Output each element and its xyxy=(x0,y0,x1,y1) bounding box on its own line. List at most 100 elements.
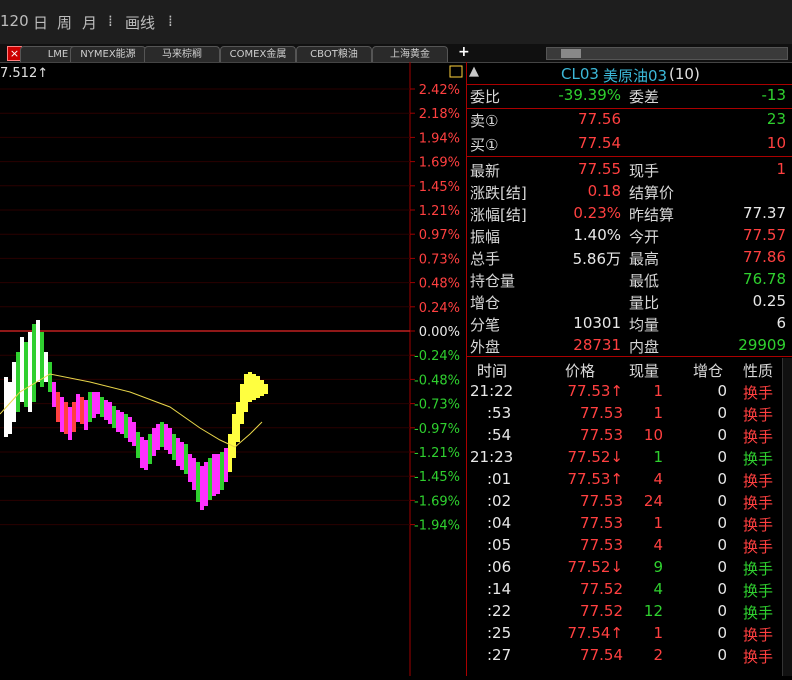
trade-time: 21:22 xyxy=(470,382,514,400)
trade-price: 77.53 xyxy=(580,426,623,444)
trade-position: 0 xyxy=(717,624,727,642)
price-bar xyxy=(172,434,176,460)
month-button[interactable]: 月 xyxy=(82,12,97,33)
price-bar xyxy=(108,402,112,424)
quote-label: 最新 xyxy=(470,162,501,180)
price-bar xyxy=(116,410,120,432)
quote-panel: ▲ CL03 美原油03 (10) 委比 -39.39% 委差 -13 卖① 77.56 2… xyxy=(466,62,792,676)
trade-row[interactable]: :02 77.53 24 0 换手 xyxy=(467,490,792,512)
price-bar xyxy=(184,444,188,474)
trade-position: 0 xyxy=(717,558,727,576)
divider xyxy=(467,108,792,109)
tab-shanghai-gold[interactable]: 上海黄金 xyxy=(372,46,448,62)
price-bar xyxy=(156,424,160,450)
quote-value: 28731 xyxy=(573,336,621,354)
quote-row: 持仓量 最低 76.78 xyxy=(467,268,792,290)
quote-value: 77.57 xyxy=(743,226,786,244)
day-button[interactable]: 日 xyxy=(33,12,48,33)
market-tabs: × LME NYMEX能源 马来棕榈 COMEX金属 CBOT粮油 上海黄金 + xyxy=(0,44,792,63)
trade-type: 换手 xyxy=(743,428,774,446)
quote-label: 昨结算 xyxy=(629,206,675,224)
trade-time: :14 xyxy=(487,580,512,598)
add-tab-icon[interactable]: + xyxy=(458,44,470,60)
scroll-thumb[interactable] xyxy=(561,49,581,58)
price-bar xyxy=(240,384,244,424)
quote-label: 今开 xyxy=(629,228,660,246)
tab-comex[interactable]: COMEX金属 xyxy=(220,46,296,62)
trade-row[interactable]: :54 77.53 10 0 换手 xyxy=(467,424,792,446)
trade-time: :05 xyxy=(487,536,512,554)
axis-labels: 2.42% 2.18% 1.94% 1.69% 1.45% 1.21% 0.97% 0.73%… xyxy=(414,83,460,534)
quote-row: 最新 77.55 现手 1 xyxy=(467,158,792,180)
quote-label: 均量 xyxy=(629,316,660,334)
quote-row: 总手 5.86万 最高 77.86 xyxy=(467,246,792,268)
chart-toggle-icon[interactable] xyxy=(449,65,463,78)
price-bar xyxy=(264,384,268,394)
tab-palm[interactable]: 马来棕榈 xyxy=(144,46,220,62)
quote-value: 77.86 xyxy=(743,248,786,266)
quote-value: 77.37 xyxy=(743,204,786,222)
quote-label: 买① xyxy=(470,136,499,154)
trade-row[interactable]: 21:22 77.53↑ 1 0 换手 xyxy=(467,380,792,402)
price-bar xyxy=(216,454,220,494)
trade-type: 换手 xyxy=(743,538,774,556)
trade-price: 77.52↓ xyxy=(567,558,623,576)
week-button[interactable]: 周 xyxy=(57,12,72,33)
trade-row[interactable]: :25 77.54↑ 1 0 换手 xyxy=(467,622,792,644)
quote-value: -13 xyxy=(761,86,787,104)
trade-time: :01 xyxy=(487,470,512,488)
period-toolbar: 120 日 周 月 ⁞ 画线 ⁞ xyxy=(0,0,792,45)
trade-type: 换手 xyxy=(743,384,774,402)
trade-row[interactable]: :22 77.52 12 0 换手 xyxy=(467,600,792,622)
price-bar xyxy=(192,458,196,490)
trade-row[interactable]: :01 77.53↑ 4 0 换手 xyxy=(467,468,792,490)
price-bar xyxy=(196,462,200,502)
trade-row[interactable]: :05 77.53 4 0 换手 xyxy=(467,534,792,556)
intraday-chart[interactable]: 2.42% 2.18% 1.94% 1.69% 1.45% 1.21% 0.97% 0.73%… xyxy=(0,62,466,676)
draw-line-button[interactable]: 画线 xyxy=(125,12,155,33)
trade-row[interactable]: :14 77.52 4 0 换手 xyxy=(467,578,792,600)
trade-volume: 10 xyxy=(643,426,663,444)
trade-table-header: 时间 价格 现量 增仓 性质 xyxy=(467,358,792,380)
trade-row[interactable]: :06 77.52↓ 9 0 换手 xyxy=(467,556,792,578)
price-bar xyxy=(60,397,64,432)
price-bar xyxy=(104,400,108,420)
trade-scrollbar[interactable] xyxy=(782,358,792,676)
trade-row[interactable]: :27 77.54 2 0 换手 xyxy=(467,644,792,666)
trade-price: 77.53 xyxy=(580,514,623,532)
tab-nymex[interactable]: NYMEX能源 xyxy=(70,46,146,62)
axis-tick-label: 1.21% xyxy=(419,204,460,219)
quote-label: 涨幅[结] xyxy=(470,206,527,224)
trade-type: 换手 xyxy=(743,560,774,578)
trade-row[interactable]: 21:23 77.52↓ 1 0 换手 xyxy=(467,446,792,468)
trade-time: :22 xyxy=(487,602,512,620)
tab-scrollbar[interactable] xyxy=(546,47,788,60)
quote-row: 买① 77.54 10 xyxy=(467,132,792,154)
trade-row[interactable]: :53 77.53 1 0 换手 xyxy=(467,402,792,424)
axis-tick-label: 1.69% xyxy=(419,156,460,171)
price-bar xyxy=(32,324,36,402)
price-bar xyxy=(20,337,24,402)
quote-label: 委比 xyxy=(470,88,501,106)
trade-price: 77.53↑ xyxy=(567,470,623,488)
price-bar xyxy=(84,400,88,430)
axis-tick-label: 0.00% xyxy=(419,325,460,340)
trade-position: 0 xyxy=(717,646,727,664)
trade-row[interactable]: :04 77.53 1 0 换手 xyxy=(467,512,792,534)
quote-label: 分笔 xyxy=(470,316,501,334)
price-bar xyxy=(248,372,252,402)
quote-value: 0.23% xyxy=(573,204,621,222)
quote-label: 最高 xyxy=(629,250,660,268)
trade-volume: 4 xyxy=(653,580,663,598)
quote-row: 振幅 1.40% 今开 77.57 xyxy=(467,224,792,246)
axis-tick-label: 1.94% xyxy=(419,131,460,146)
quote-value: 0.18 xyxy=(587,182,621,200)
axis-tick-label: 2.42% xyxy=(419,83,460,98)
period-120-button[interactable]: 120 xyxy=(0,12,29,30)
price-bar xyxy=(180,442,184,470)
axis-tick-label: -1.45% xyxy=(414,470,460,485)
chart-top-label: 7.512↑ xyxy=(0,66,49,81)
trade-volume: 2 xyxy=(653,646,663,664)
tab-cbot[interactable]: CBOT粮油 xyxy=(296,46,372,62)
axis-tick-label: -1.21% xyxy=(414,446,460,461)
